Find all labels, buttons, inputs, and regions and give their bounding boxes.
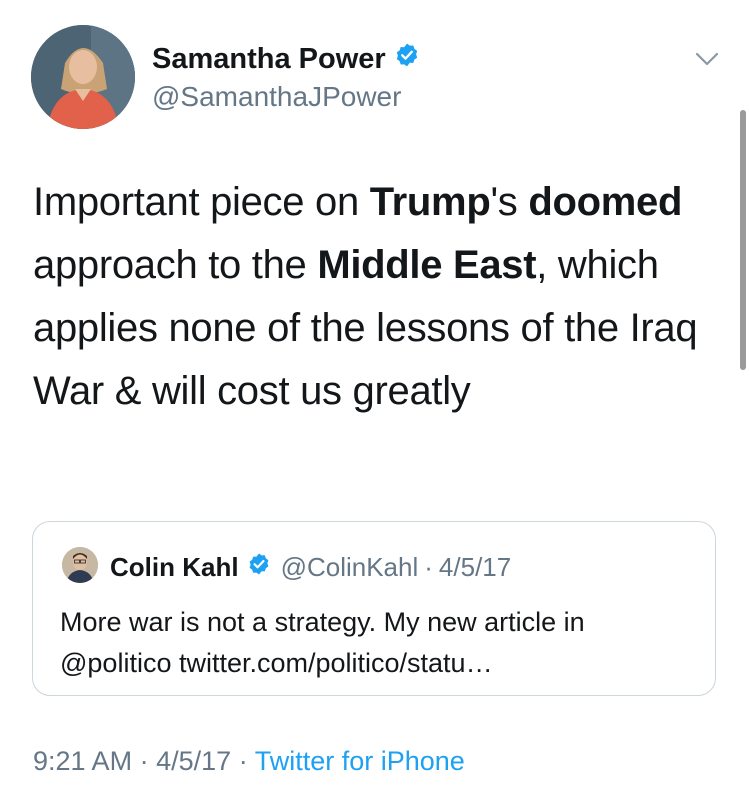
tweet-source-link[interactable]: Twitter for iPhone	[255, 746, 465, 776]
scrollbar[interactable]	[740, 110, 746, 370]
verified-badge-icon	[394, 42, 420, 76]
quoted-date: 4/5/17	[438, 552, 512, 582]
author-avatar[interactable]	[31, 25, 135, 129]
quoted-header: Colin Kahl @ColinKahl · 4/5/17	[110, 552, 511, 583]
author-name-text[interactable]: Samantha Power	[152, 43, 386, 76]
quoted-text: More war is not a strategy. My new artic…	[60, 607, 585, 678]
quoted-author-name: Colin Kahl	[110, 552, 239, 582]
tweet-text-bold-segment: Trump	[369, 180, 491, 224]
author-handle[interactable]: @SamanthaJPower	[152, 81, 401, 113]
quoted-author-avatar	[62, 547, 98, 583]
tweet-date: 4/5/17	[156, 746, 232, 776]
footer-separator: ·	[139, 746, 149, 776]
tweet-text: Important piece on Trump's doomed approa…	[33, 171, 723, 423]
tweet-footer: 9:21 AM · 4/5/17 · Twitter for iPhone	[33, 746, 465, 777]
tweet-text-segment: 's	[490, 180, 529, 224]
tweet-time: 9:21 AM	[33, 746, 133, 776]
tweet-card: Samantha Power @SamanthaJPower Important…	[0, 0, 750, 785]
verified-badge-icon	[247, 552, 271, 583]
tweet-text-bold-segment: Middle East	[317, 243, 537, 287]
tweet-text-segment: approach to the	[33, 243, 318, 287]
quoted-tweet[interactable]: Colin Kahl @ColinKahl · 4/5/17 More war …	[32, 521, 716, 696]
tweet-text-segment: Important piece on	[33, 180, 370, 224]
tweet-text-bold-segment: doomed	[528, 180, 683, 224]
chevron-down-icon[interactable]	[692, 44, 722, 74]
quoted-separator: ·	[424, 552, 433, 582]
quoted-author-handle: @ColinKahl	[280, 552, 419, 582]
footer-separator: ·	[238, 746, 248, 776]
author-name[interactable]: Samantha Power	[152, 42, 420, 76]
